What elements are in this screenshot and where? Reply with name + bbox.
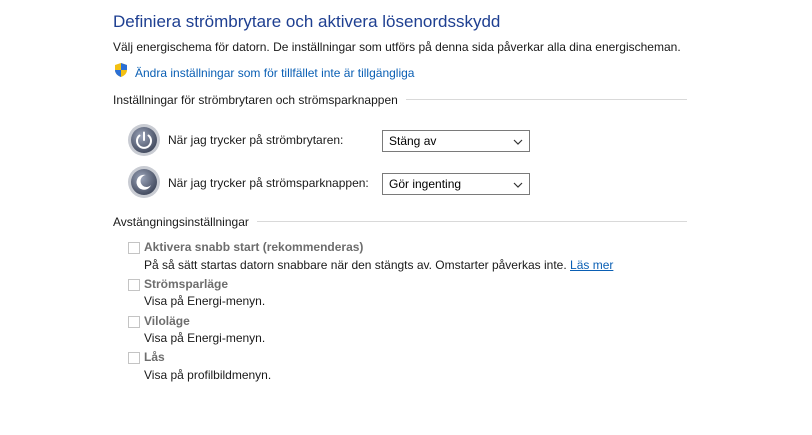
sleep-button-icon [127,165,161,204]
lock-option-title: Lås [144,350,165,364]
hibernate-option-description: Visa på Energi-menyn. [144,331,266,345]
hibernate-checkbox[interactable] [128,316,140,328]
change-link-label: Ändra inställningar som för tillfället i… [135,65,415,80]
power-button-icon [127,123,161,162]
chevron-down-icon [513,175,523,193]
sleep-option-description: Visa på Energi-menyn. [144,294,266,308]
power-buttons-section-title: Inställningar för strömbrytaren och strö… [113,93,406,107]
shutdown-section-title: Avstängningsinställningar [113,215,257,229]
fast-startup-title: Aktivera snabb start (rekommenderas) [144,240,364,254]
fast-startup-checkbox[interactable] [128,242,140,254]
power-button-label: När jag trycker på strömbrytaren: [168,133,344,147]
fast-startup-description: På så sätt startas datorn snabbare när d… [144,258,613,272]
lock-checkbox[interactable] [128,352,140,364]
chevron-down-icon [513,132,523,150]
change-unavailable-settings-link[interactable]: Ändra inställningar som för tillfället i… [113,62,414,83]
lock-option-description: Visa på profilbildmenyn. [144,368,272,382]
fast-startup-description-text: På så sätt startas datorn snabbare när d… [144,258,567,272]
sleep-button-action-dropdown[interactable]: Gör ingenting [382,173,530,195]
power-button-action-dropdown[interactable]: Stäng av [382,130,530,152]
shield-icon [113,62,129,83]
sleep-button-action-value: Gör ingenting [389,177,462,191]
sleep-option-title: Strömsparläge [144,277,229,291]
power-button-action-value: Stäng av [389,134,437,148]
page-subtitle: Välj energischema för datorn. De inställ… [113,40,681,54]
learn-more-link[interactable]: Läs mer [570,258,613,272]
page-title: Definiera strömbrytare och aktivera löse… [113,12,501,31]
sleep-button-label: När jag trycker på strömsparknappen: [168,176,369,190]
hibernate-option-title: Viloläge [144,314,190,328]
sleep-checkbox[interactable] [128,279,140,291]
